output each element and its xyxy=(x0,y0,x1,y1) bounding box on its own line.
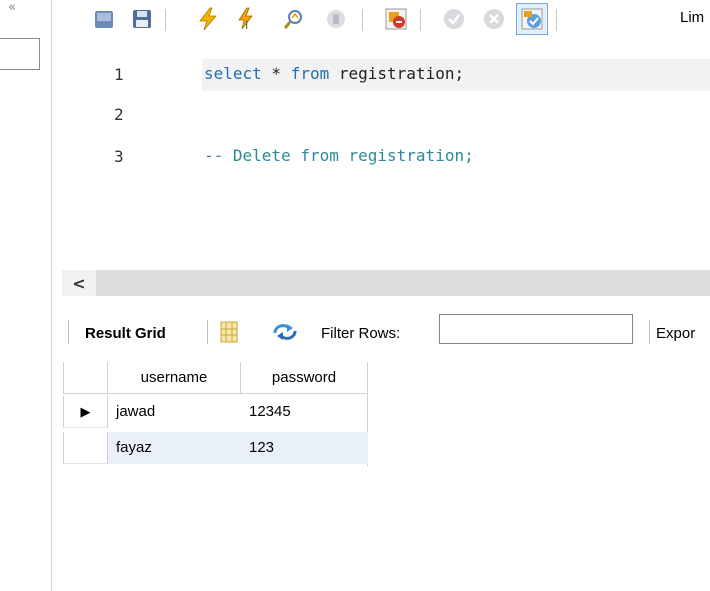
cell-password[interactable]: 123 xyxy=(241,432,368,464)
sql-editor-toolbar: I Lim xyxy=(52,0,710,40)
filter-rows-input[interactable] xyxy=(439,314,633,344)
column-header-username[interactable]: username xyxy=(108,362,241,394)
side-panel-input[interactable] xyxy=(0,38,40,70)
code-comment: -- Delete from registration; xyxy=(204,146,474,165)
column-header-password[interactable]: password xyxy=(241,362,368,394)
collapse-panel-icon[interactable]: « xyxy=(8,0,16,15)
cell-password[interactable]: 12345 xyxy=(241,396,368,428)
keyword-select: select xyxy=(204,64,262,83)
grid-corner-header[interactable] xyxy=(63,362,108,394)
explain-button[interactable] xyxy=(278,3,310,35)
cancel-circle-icon xyxy=(484,9,504,29)
filter-rows-label: Filter Rows: xyxy=(321,325,401,342)
result-toolbar: Result Grid Filter Rows: Expor xyxy=(62,312,710,352)
sql-editor[interactable]: 1 select * from registration; 2 3 -- Del… xyxy=(52,40,710,265)
error-stop-icon xyxy=(385,8,407,30)
magnifier-icon xyxy=(283,10,302,29)
keyword-from: from xyxy=(290,64,330,83)
rollback-button[interactable] xyxy=(478,3,510,35)
toolbar-separator xyxy=(68,320,69,344)
editor-line: 2 xyxy=(52,99,710,131)
toolbar-separator xyxy=(362,9,363,31)
left-side-panel: « xyxy=(0,0,52,591)
toolbar-separator xyxy=(420,9,421,31)
hand-stop-icon xyxy=(327,10,345,28)
autocommit-toggle-button[interactable] xyxy=(516,3,548,35)
cell-username[interactable]: fayaz xyxy=(108,432,241,464)
cell-username[interactable]: jawad xyxy=(108,396,241,428)
svg-text:I: I xyxy=(245,19,248,31)
autocommit-icon xyxy=(521,8,543,30)
export-button[interactable]: Expor xyxy=(656,325,695,342)
form-editor-button[interactable] xyxy=(220,321,238,347)
execute-statement-button[interactable]: I xyxy=(230,3,262,35)
line-number: 2 xyxy=(114,105,124,124)
row-marker[interactable] xyxy=(63,432,108,464)
toolbar-separator xyxy=(649,320,650,344)
line-number: 1 xyxy=(114,65,124,84)
open-file-button[interactable] xyxy=(88,3,120,35)
save-button[interactable] xyxy=(126,3,158,35)
refresh-button[interactable] xyxy=(272,323,298,345)
editor-horizontal-scrollbar[interactable]: < xyxy=(62,270,710,296)
code-table-name: registration; xyxy=(329,64,465,83)
refresh-arrows-icon xyxy=(273,324,297,340)
open-file-icon xyxy=(95,11,113,28)
lightning-icon xyxy=(199,7,217,31)
code-text: select * from registration; xyxy=(204,64,464,83)
result-grid-tab[interactable]: Result Grid xyxy=(85,325,166,342)
code-star: * xyxy=(261,64,291,83)
row-marker[interactable]: ▶ xyxy=(63,396,108,428)
editor-line: 3 -- Delete from registration; xyxy=(52,141,710,173)
toggle-stop-on-error-button[interactable] xyxy=(380,3,412,35)
save-icon xyxy=(133,10,151,28)
check-circle-icon xyxy=(444,9,464,29)
stop-button[interactable] xyxy=(320,3,352,35)
toolbar-separator xyxy=(165,9,166,31)
toolbar-separator xyxy=(556,9,557,31)
toolbar-separator xyxy=(207,320,208,344)
line-number: 3 xyxy=(114,147,124,166)
commit-button[interactable] xyxy=(438,3,470,35)
editor-line: 1 select * from registration; xyxy=(52,59,710,91)
execute-button[interactable] xyxy=(192,3,224,35)
lightning-cursor-icon: I xyxy=(238,7,253,31)
form-grid-icon xyxy=(220,321,238,343)
scroll-left-button[interactable]: < xyxy=(62,270,96,296)
limit-rows-label[interactable]: Lim xyxy=(680,9,704,26)
